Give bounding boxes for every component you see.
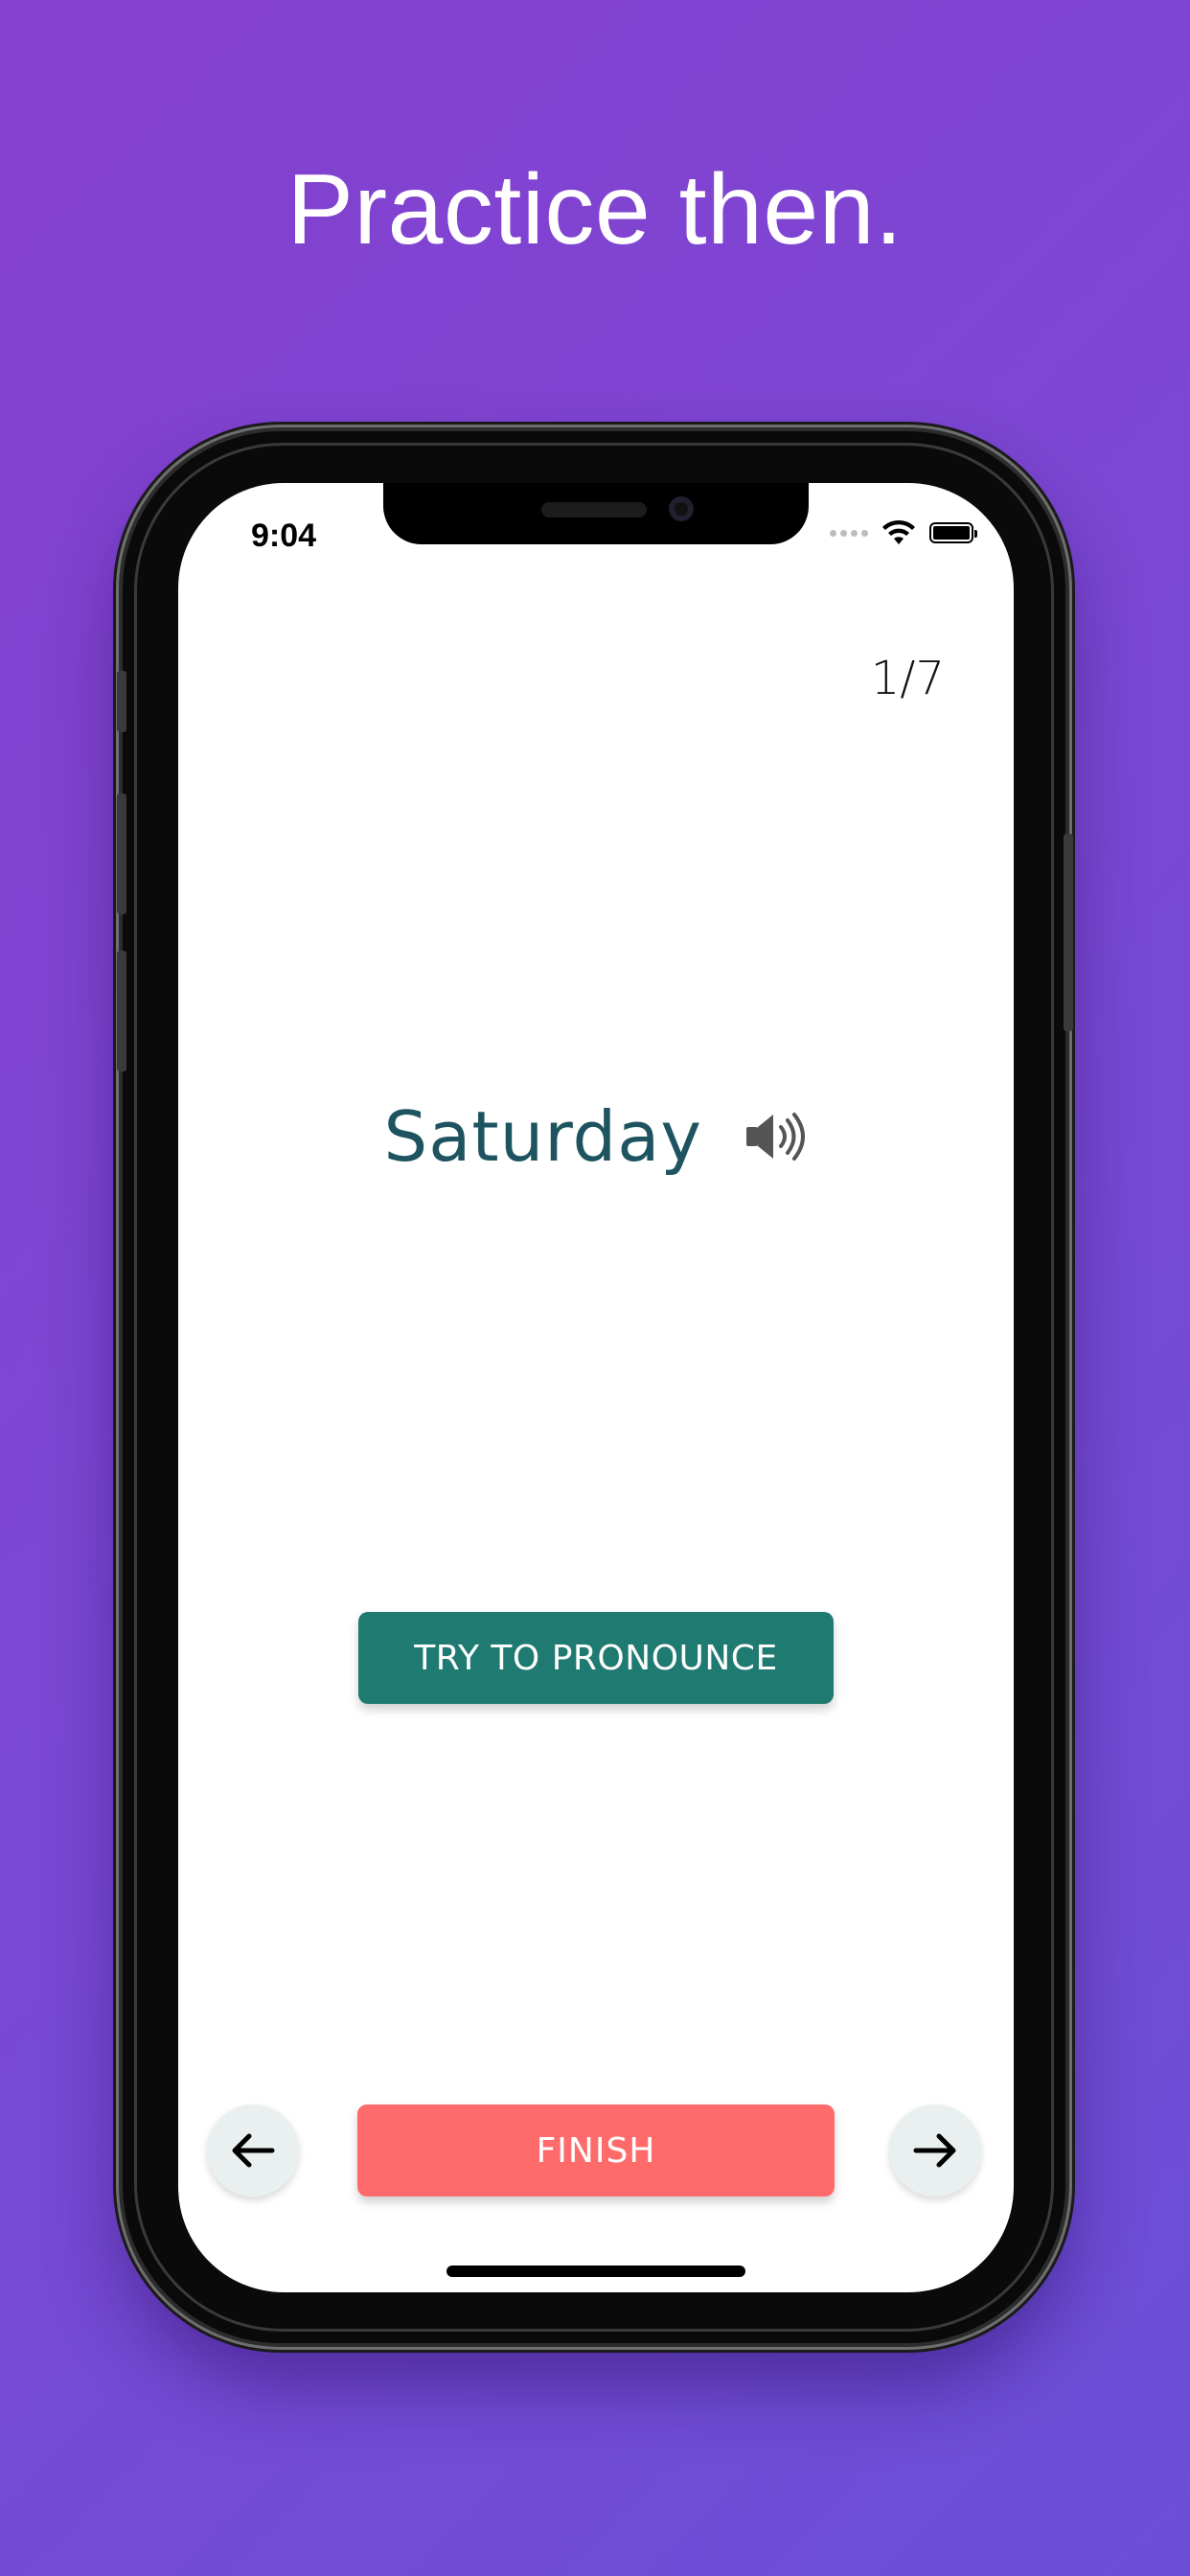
lesson-word: Saturday — [383, 1096, 702, 1177]
previous-button[interactable] — [207, 2104, 299, 2196]
phone-mute-switch — [117, 671, 126, 732]
word-row: Saturday — [178, 1096, 1014, 1177]
signal-dots-icon — [830, 529, 868, 537]
phone-power-button — [1064, 834, 1073, 1031]
phone-volume-down — [117, 951, 126, 1071]
app-screen: 9:04 1/7 Saturday TRY TO PRONOUNCE FINIS… — [178, 483, 1014, 2292]
finish-button[interactable]: FINISH — [357, 2104, 835, 2196]
front-camera — [669, 496, 694, 521]
marketing-headline: Practice then. — [286, 154, 904, 265]
battery-icon — [929, 522, 977, 543]
status-time: 9:04 — [251, 518, 317, 554]
arrow-right-icon — [913, 2133, 956, 2168]
status-icons — [830, 519, 977, 546]
try-to-pronounce-button[interactable]: TRY TO PRONOUNCE — [358, 1612, 834, 1704]
arrow-left-icon — [232, 2133, 275, 2168]
wifi-icon — [882, 519, 915, 544]
progress-counter: 1/7 — [870, 652, 945, 705]
home-indicator[interactable] — [446, 2266, 745, 2277]
next-button[interactable] — [889, 2104, 981, 2196]
earpiece-speaker — [541, 502, 647, 518]
speaker-icon[interactable] — [744, 1110, 808, 1163]
phone-volume-up — [117, 794, 126, 914]
